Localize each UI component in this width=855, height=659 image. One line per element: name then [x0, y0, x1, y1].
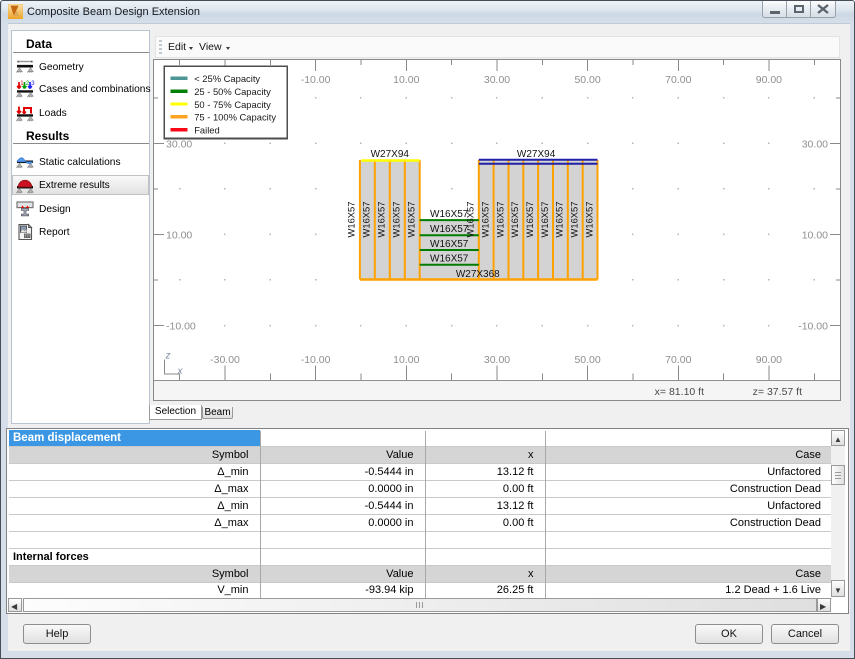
- svg-text:< 25% Capacity: < 25% Capacity: [194, 73, 260, 84]
- svg-text:W16X57: W16X57: [430, 208, 469, 219]
- svg-text:W16X57: W16X57: [569, 201, 580, 237]
- svg-text:10.00: 10.00: [166, 229, 192, 241]
- svg-text:-10.00: -10.00: [301, 354, 331, 366]
- svg-text:W16X57: W16X57: [465, 201, 476, 237]
- svg-text:W16X57: W16X57: [430, 253, 469, 264]
- svg-text:30.00: 30.00: [166, 138, 192, 150]
- svg-text:W16X57: W16X57: [479, 201, 490, 237]
- svg-text:90.00: 90.00: [756, 74, 782, 86]
- svg-text:W16X57: W16X57: [554, 201, 565, 237]
- svg-text:W27X368: W27X368: [456, 268, 500, 279]
- svg-text:x= 81.10 ft: x= 81.10 ft: [655, 386, 704, 398]
- svg-text:10.00: 10.00: [393, 74, 419, 86]
- svg-text:W16X57: W16X57: [583, 201, 594, 237]
- svg-text:W16X57: W16X57: [391, 201, 402, 237]
- svg-text:10.00: 10.00: [393, 354, 419, 366]
- svg-text:z: z: [165, 350, 171, 361]
- svg-text:-10.00: -10.00: [166, 320, 196, 332]
- svg-text:75 - 100% Capacity: 75 - 100% Capacity: [194, 111, 276, 122]
- svg-text:W16X57: W16X57: [376, 201, 387, 237]
- svg-text:W16X57: W16X57: [539, 201, 550, 237]
- svg-text:70.00: 70.00: [665, 74, 691, 86]
- svg-text:W16X57: W16X57: [406, 201, 417, 237]
- svg-text:x: x: [177, 366, 184, 377]
- svg-text:W16X57: W16X57: [524, 201, 535, 237]
- svg-text:-30.00: -30.00: [210, 354, 240, 366]
- svg-text:3: 3: [31, 81, 35, 87]
- svg-text:90.00: 90.00: [756, 354, 782, 366]
- svg-text:W16X57: W16X57: [494, 201, 505, 237]
- svg-text:W16X57: W16X57: [346, 201, 357, 237]
- svg-text:W16X57: W16X57: [361, 201, 372, 237]
- svg-text:30.00: 30.00: [484, 354, 510, 366]
- svg-text:10.00: 10.00: [802, 229, 828, 241]
- svg-text:25 - 50% Capacity: 25 - 50% Capacity: [194, 85, 271, 96]
- svg-text:-10.00: -10.00: [798, 320, 828, 332]
- svg-text:z= 37.57 ft: z= 37.57 ft: [753, 386, 802, 398]
- svg-text:70.00: 70.00: [665, 354, 691, 366]
- svg-text:W27X94: W27X94: [517, 149, 556, 160]
- svg-text:W16X57: W16X57: [430, 224, 469, 235]
- svg-text:W16X57: W16X57: [430, 238, 469, 249]
- svg-text:50 - 75% Capacity: 50 - 75% Capacity: [194, 98, 271, 109]
- svg-text:30.00: 30.00: [802, 138, 828, 150]
- svg-text:50.00: 50.00: [574, 354, 600, 366]
- svg-text:30.00: 30.00: [484, 74, 510, 86]
- svg-text:-10.00: -10.00: [301, 74, 331, 86]
- svg-text:Failed: Failed: [194, 124, 220, 135]
- svg-text:W16X57: W16X57: [509, 201, 520, 237]
- svg-text:W27X94: W27X94: [371, 149, 410, 160]
- svg-text:50.00: 50.00: [574, 74, 600, 86]
